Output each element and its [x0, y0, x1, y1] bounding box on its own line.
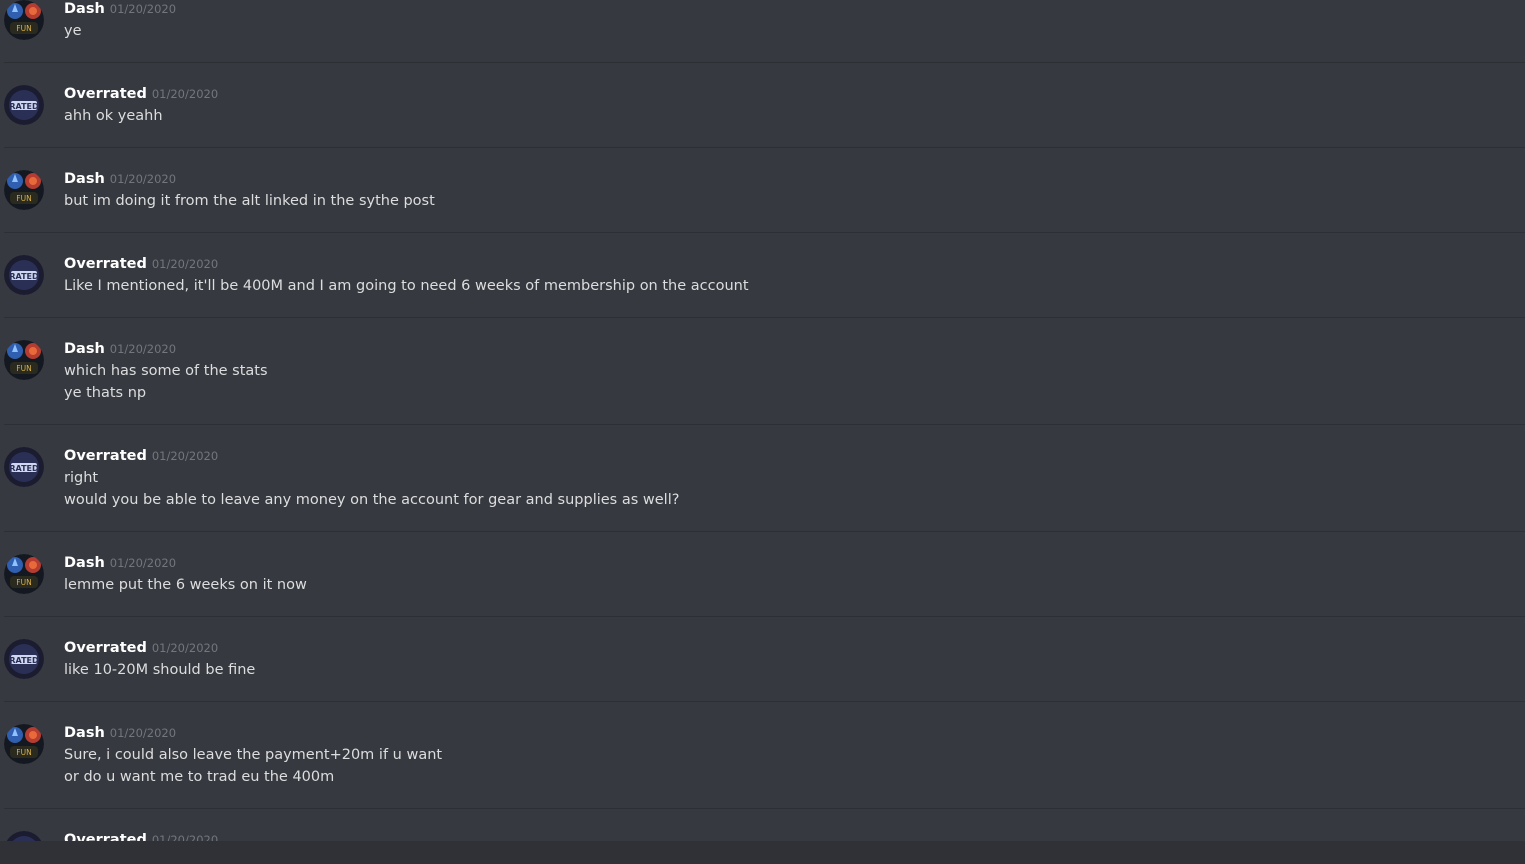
message-group: FUN Dash 01/20/2020 Sure, i could also le…: [0, 724, 1525, 809]
message-divider: [4, 424, 1525, 425]
message-divider: [4, 62, 1525, 63]
message-divider: [4, 531, 1525, 532]
dash-avatar-icon[interactable]: FUN: [4, 170, 44, 210]
message-text: would you be able to leave any money on …: [64, 492, 680, 508]
overrated-avatar-icon[interactable]: RATED: [4, 639, 44, 679]
overrated-avatar-icon[interactable]: RATED: [4, 447, 44, 487]
message-author[interactable]: Dash 01/20/2020: [64, 724, 176, 742]
message-author[interactable]: Dash 01/20/2020: [64, 340, 176, 358]
message-author[interactable]: Dash 01/20/2020: [64, 0, 176, 18]
message-timestamp: 01/20/2020: [109, 726, 177, 740]
message-divider: [4, 616, 1525, 617]
message-divider: [4, 317, 1525, 318]
svg-text:FUN: FUN: [16, 24, 31, 33]
message-group: RATED Overrated 01/20/2020 ahh ok yeahh: [0, 85, 1525, 148]
message-group: FUN Dash 01/20/2020 lemme put the 6 weeks…: [0, 554, 1525, 617]
message-timestamp: 01/20/2020: [109, 172, 177, 186]
message-group: FUN Dash 01/20/2020 but im doing it from …: [0, 170, 1525, 233]
message-text: ye thats np: [64, 385, 147, 401]
message-author[interactable]: Overrated 01/20/2020: [64, 85, 218, 103]
svg-text:FUN: FUN: [16, 364, 31, 373]
message-divider: [4, 808, 1525, 809]
message-list[interactable]: FUN Dash 01/20/2020 ye RATED Overrated 01/…: [0, 0, 1525, 841]
message-text: or do u want me to trad eu the 400m: [64, 769, 335, 785]
message-text: lemme put the 6 weeks on it now: [64, 577, 307, 593]
message-text: ahh ok yeahh: [64, 108, 163, 124]
message-text: like 10-20M should be fine: [64, 662, 256, 678]
message-text: Sure, i could also leave the payment+20m…: [64, 747, 443, 763]
svg-text:RATED: RATED: [9, 464, 39, 473]
message-timestamp: 01/20/2020: [151, 833, 219, 841]
svg-text:RATED: RATED: [9, 272, 39, 281]
message-text: which has some of the stats: [64, 363, 268, 379]
message-author[interactable]: Overrated 01/20/2020: [64, 255, 218, 273]
message-divider: [4, 232, 1525, 233]
message-timestamp: 01/20/2020: [151, 257, 219, 271]
message-group: FUN Dash 01/20/2020 which has some of the…: [0, 340, 1525, 425]
message-group: RATED Overrated 01/20/2020 Like I mention…: [0, 255, 1525, 318]
author-name[interactable]: Overrated: [64, 448, 147, 464]
dash-avatar-icon[interactable]: FUN: [4, 724, 44, 764]
svg-text:FUN: FUN: [16, 578, 31, 587]
message-author[interactable]: Overrated 01/20/2020: [64, 639, 218, 657]
svg-text:FUN: FUN: [16, 194, 31, 203]
dash-avatar-icon[interactable]: FUN: [4, 554, 44, 594]
author-name[interactable]: Dash: [64, 1, 105, 17]
message-timestamp: 01/20/2020: [151, 87, 219, 101]
message-author[interactable]: Overrated 01/20/2020: [64, 831, 218, 841]
overrated-avatar-icon[interactable]: RATED: [4, 85, 44, 125]
bottom-bar: [0, 841, 1525, 864]
svg-text:RATED: RATED: [9, 102, 39, 111]
dash-avatar-icon[interactable]: FUN: [4, 0, 44, 40]
author-name[interactable]: Dash: [64, 725, 105, 741]
svg-text:FUN: FUN: [16, 748, 31, 757]
author-name[interactable]: Overrated: [64, 832, 147, 841]
message-group: FUN Dash 01/20/2020 ye: [0, 0, 1525, 63]
author-name[interactable]: Dash: [64, 171, 105, 187]
message-timestamp: 01/20/2020: [109, 556, 177, 570]
message-timestamp: 01/20/2020: [109, 2, 177, 16]
message-divider: [4, 701, 1525, 702]
message-divider: [4, 147, 1525, 148]
author-name[interactable]: Overrated: [64, 640, 147, 656]
message-timestamp: 01/20/2020: [151, 449, 219, 463]
message-text: ye: [64, 23, 82, 39]
message-text: but im doing it from the alt linked in t…: [64, 193, 435, 209]
message-group: RATED Overrated 01/20/2020: [0, 831, 1525, 841]
overrated-avatar-icon[interactable]: RATED: [4, 831, 44, 841]
author-name[interactable]: Overrated: [64, 256, 147, 272]
message-group: RATED Overrated 01/20/2020 like 10-20M sh…: [0, 639, 1525, 702]
message-text: Like I mentioned, it'll be 400M and I am…: [64, 278, 749, 294]
message-timestamp: 01/20/2020: [151, 641, 219, 655]
author-name[interactable]: Dash: [64, 341, 105, 357]
dash-avatar-icon[interactable]: FUN: [4, 340, 44, 380]
message-author[interactable]: Dash 01/20/2020: [64, 554, 176, 572]
svg-text:RATED: RATED: [9, 656, 39, 665]
message-group: RATED Overrated 01/20/2020 right would yo…: [0, 447, 1525, 532]
message-author[interactable]: Overrated 01/20/2020: [64, 447, 218, 465]
overrated-avatar-icon[interactable]: RATED: [4, 255, 44, 295]
message-author[interactable]: Dash 01/20/2020: [64, 170, 176, 188]
message-timestamp: 01/20/2020: [109, 342, 177, 356]
message-text: right: [64, 470, 99, 486]
author-name[interactable]: Dash: [64, 555, 105, 571]
author-name[interactable]: Overrated: [64, 86, 147, 102]
